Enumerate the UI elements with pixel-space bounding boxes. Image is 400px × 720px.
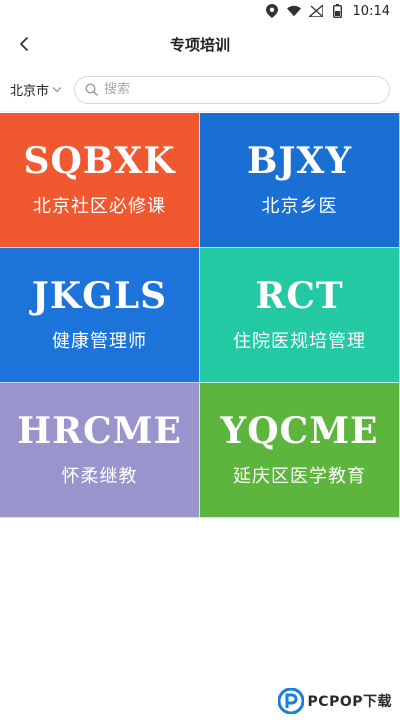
status-time: 10:14 xyxy=(352,3,390,19)
tile-code: SQBXK xyxy=(23,140,176,183)
city-select[interactable]: 北京市 xyxy=(10,80,62,99)
tile-name: 北京社区必修课 xyxy=(33,195,166,217)
search-icon xyxy=(85,83,98,96)
tile-code: BJXY xyxy=(246,140,353,183)
tile-rct[interactable]: RCT 住院医规培管理 xyxy=(200,248,400,383)
wifi-icon xyxy=(286,4,301,18)
filter-bar: 北京市 xyxy=(0,68,400,112)
location-icon xyxy=(265,4,279,18)
nav-bar: 专项培训 xyxy=(0,22,400,66)
city-label: 北京市 xyxy=(10,84,50,99)
battery-icon xyxy=(331,4,345,18)
status-bar: 10:14 xyxy=(0,0,400,22)
tile-name: 怀柔继教 xyxy=(61,465,138,487)
tile-name: 住院医规培管理 xyxy=(233,330,366,352)
search-box[interactable] xyxy=(74,75,390,104)
tile-name: 北京乡医 xyxy=(261,195,338,217)
tile-code: RCT xyxy=(255,275,344,318)
tile-code: HRCME xyxy=(17,410,182,453)
tile-bjxy[interactable]: BJXY 北京乡医 xyxy=(200,113,400,248)
tile-jkgls[interactable]: JKGLS 健康管理师 xyxy=(0,248,200,383)
page-title: 专项培训 xyxy=(169,35,230,54)
chevron-down-icon xyxy=(52,87,62,93)
search-input[interactable] xyxy=(104,82,379,97)
watermark-text: PCPOP下载 xyxy=(307,694,392,710)
chevron-left-icon xyxy=(20,37,28,51)
watermark: PCPOP下载 xyxy=(277,688,392,714)
training-grid: SQBXK 北京社区必修课 BJXY 北京乡医 JKGLS 健康管理师 RCT … xyxy=(0,113,400,518)
pcpop-logo-icon xyxy=(277,688,304,714)
tile-code: YQCME xyxy=(220,410,379,453)
tile-code: JKGLS xyxy=(31,275,168,318)
tile-name: 健康管理师 xyxy=(52,330,147,352)
tile-hrcme[interactable]: HRCME 怀柔继教 xyxy=(0,383,200,518)
back-button[interactable] xyxy=(10,30,38,58)
tile-name: 延庆区医学教育 xyxy=(233,465,366,487)
signal-icon xyxy=(308,4,323,18)
tile-yqcme[interactable]: YQCME 延庆区医学教育 xyxy=(200,383,400,518)
tile-sqbxk[interactable]: SQBXK 北京社区必修课 xyxy=(0,113,200,248)
